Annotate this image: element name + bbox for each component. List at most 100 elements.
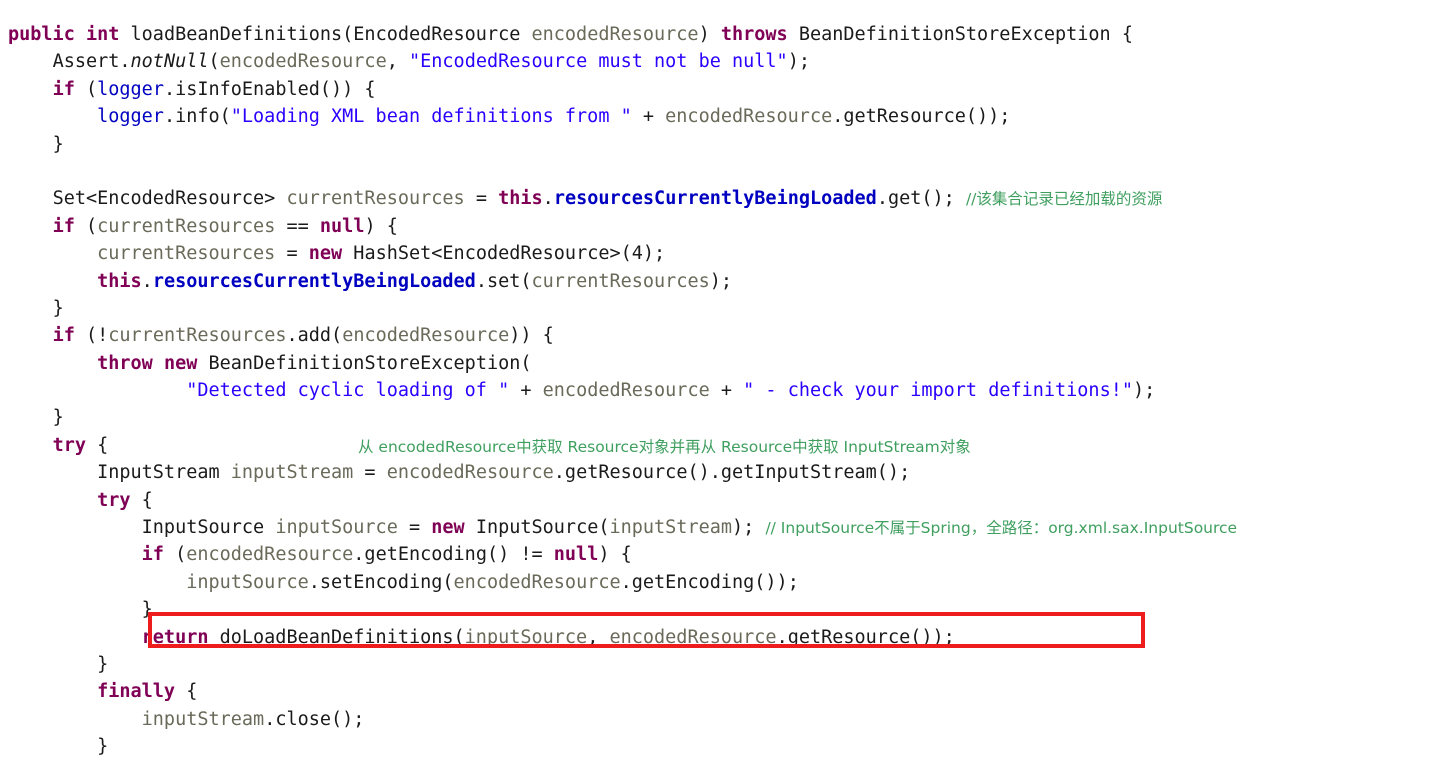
code-token-plain: .getResource()); <box>776 626 955 648</box>
code-line: Set<EncodedResource> currentResources = … <box>8 185 1237 212</box>
code-token-plain: loadBeanDefinitions(EncodedResource <box>119 24 532 45</box>
code-line: logger.info("Loading XML bean definition… <box>8 103 1237 130</box>
code-token-plain: )) { <box>509 325 554 347</box>
code-token-plain: ( <box>163 544 187 566</box>
code-line: } <box>8 295 1237 322</box>
code-token-kw: public <box>8 24 75 45</box>
code-token-plain: Set<EncodedResource> <box>52 188 287 210</box>
code-token-plain: ); <box>787 51 810 73</box>
code-token-plain: ) <box>698 24 721 45</box>
code-token-kw: if <box>52 78 75 100</box>
code-token-plain: ); <box>732 517 766 539</box>
code-token-plain: } <box>97 736 109 758</box>
code-token-kw: null <box>553 544 599 566</box>
code-line: } <box>8 651 1237 678</box>
code-token-kw: if <box>141 544 164 566</box>
code-token-cmtcn: // InputSource不属于Spring，全路径：org.xml.sax.… <box>765 519 1238 538</box>
code-token-kw: throws <box>720 24 788 45</box>
code-token-field: resourcesCurrentlyBeingLoaded <box>553 188 877 210</box>
code-token-param: inputSource <box>464 626 588 648</box>
code-token-plain: ( <box>74 215 98 237</box>
code-token-str: " - check your import definitions!" <box>743 380 1133 402</box>
code-token-kw: if <box>52 215 75 237</box>
code-token-kw: this <box>97 270 142 292</box>
code-token-param: currentResources <box>286 188 465 210</box>
code-token-param: encodedResource <box>609 626 777 648</box>
code-line: try { <box>8 487 1237 514</box>
code-token-param: encodedResource <box>542 380 710 402</box>
code-token-plain: . <box>141 270 153 292</box>
code-token-kw: try <box>52 434 86 456</box>
code-token-param: encodedResource <box>386 462 554 484</box>
code-token-plain: InputSource( <box>464 517 610 539</box>
code-line: } <box>8 404 1237 431</box>
code-line: InputSource inputSource = new InputSourc… <box>8 514 1237 541</box>
code-token-kw: this <box>498 188 543 210</box>
code-token-plain: InputSource <box>141 517 276 539</box>
code-line: "Detected cyclic loading of " + encodedR… <box>8 377 1237 404</box>
code-token-plain: { <box>85 434 109 456</box>
code-token-fieldn: logger <box>97 106 164 128</box>
code-token-plain: , <box>386 51 409 73</box>
code-token-plain: , <box>587 626 610 648</box>
code-token-plain: } <box>141 599 153 621</box>
code-token-plain: ); <box>709 270 733 292</box>
code-token-plain: ( <box>208 51 220 73</box>
code-token-plain: .get(); <box>876 188 966 210</box>
code-token-param: encodedResource <box>186 544 354 566</box>
code-token-param: currentResources <box>108 325 287 347</box>
code-line: inputSource.setEncoding(encodedResource.… <box>8 569 1237 596</box>
code-token-plain: .close(); <box>264 708 365 730</box>
code-token-field: resourcesCurrentlyBeingLoaded <box>152 270 476 292</box>
code-token-param: currentResources <box>97 243 276 265</box>
code-token-kw: if <box>52 325 75 347</box>
code-token-plain: . <box>542 188 554 210</box>
code-token-plain: InputStream <box>97 462 231 484</box>
code-token-plain: BeanDefinitionStoreException { <box>787 24 1133 45</box>
code-line: InputStream inputStream = encodedResourc… <box>8 459 1237 486</box>
inline-annotation: 从 encodedResource中获取 Resource对象并再从 Resou… <box>358 438 971 456</box>
code-token-plain: = <box>275 243 309 265</box>
code-token-kw: throw <box>97 352 153 374</box>
code-token-kw: new <box>308 243 343 265</box>
code-token-plain: .isInfoEnabled()) { <box>163 78 376 100</box>
code-token-kw: null <box>319 215 365 237</box>
code-token-kw: new <box>431 517 465 539</box>
code-token-plain: ) { <box>364 215 398 237</box>
code-token-stat: notNull <box>130 51 209 73</box>
code-token-param: encodedResource <box>342 325 510 347</box>
code-token-plain: .getEncoding() != <box>353 544 554 566</box>
code-token-param: currentResources <box>97 215 276 237</box>
code-token-param: inputSource <box>275 517 398 539</box>
code-token-param: currentResources <box>531 270 710 292</box>
code-token-plain: } <box>52 133 64 155</box>
code-token-param: encodedResource <box>453 571 621 593</box>
code-token-plain: (! <box>74 325 109 347</box>
code-token-plain: .set( <box>475 270 532 292</box>
code-token-param: inputStream <box>230 462 354 484</box>
code-token-str: "Detected cyclic loading of " <box>186 380 510 402</box>
code-token-plain: + <box>509 380 543 402</box>
code-line: throw new BeanDefinitionStoreException( <box>8 350 1237 377</box>
code-token-plain: } <box>97 653 109 675</box>
code-line: if (encodedResource.getEncoding() != nul… <box>8 541 1237 568</box>
code-token-kw: finally <box>97 681 176 703</box>
code-token-plain: + <box>631 106 666 128</box>
code-token-plain: .add( <box>286 325 343 347</box>
code-token-plain: .info( <box>163 106 231 128</box>
code-line: } <box>8 596 1237 623</box>
code-token-plain: { <box>175 681 198 703</box>
code-token-plain: + <box>709 380 744 402</box>
